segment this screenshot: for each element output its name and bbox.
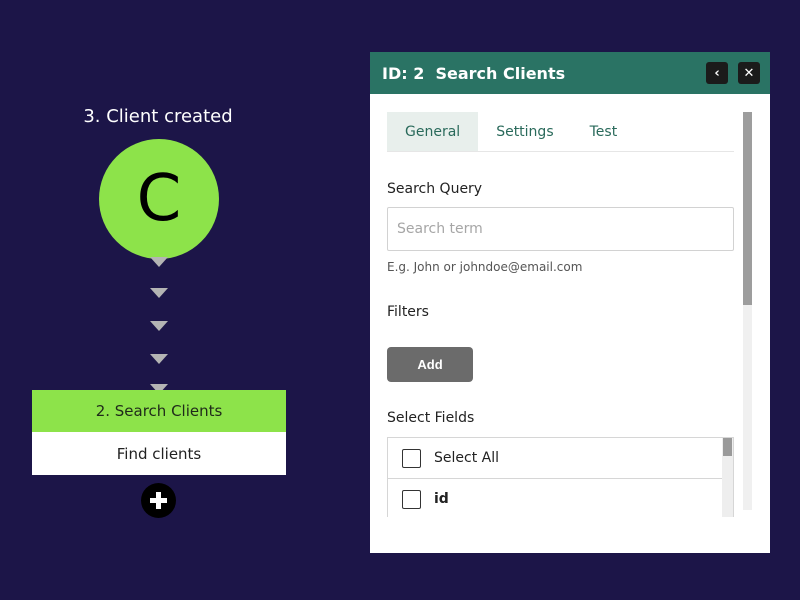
canvas: 3. Client created C 2. Search Clients Fi… — [0, 0, 800, 600]
id-checkbox[interactable] — [402, 489, 421, 509]
step-card-subtitle: Find clients — [116, 444, 202, 463]
connector-arrow-icon — [150, 257, 168, 267]
step-settings-panel: ID: 2 Search Clients ‹ ✕ General Setting… — [370, 52, 770, 553]
trigger-node[interactable]: C — [99, 139, 219, 259]
close-panel-button[interactable]: ✕ — [738, 62, 760, 84]
tab-settings[interactable]: Settings — [478, 112, 571, 151]
add-filter-button[interactable]: Add — [387, 347, 473, 382]
search-query-input[interactable] — [387, 207, 734, 251]
panel-content: General Settings Test Search Query E.g. … — [387, 112, 734, 517]
tab-test[interactable]: Test — [572, 112, 636, 151]
panel-scrollbar[interactable] — [743, 112, 752, 510]
field-row-id[interactable]: id — [388, 479, 722, 517]
connector-arrow-icon — [150, 288, 168, 298]
step-card-search-clients[interactable]: 2. Search Clients Find clients — [32, 390, 286, 475]
select-fields-label: Select Fields — [387, 410, 475, 426]
step-card-title: 2. Search Clients — [32, 390, 286, 432]
field-row-select-all[interactable]: Select All — [388, 438, 722, 479]
tab-general[interactable]: General — [387, 112, 479, 151]
field-row-label: Select All — [434, 450, 499, 466]
collapse-panel-button[interactable]: ‹ — [706, 62, 728, 84]
field-row-label: id — [434, 491, 449, 507]
panel-tabs: General Settings Test — [387, 112, 734, 152]
select-all-checkbox[interactable] — [402, 448, 421, 468]
fields-list-scrollbar-thumb[interactable] — [723, 438, 732, 456]
trigger-node-title: 3. Client created — [83, 106, 233, 127]
add-step-button[interactable] — [141, 483, 176, 518]
panel-title: ID: 2 Search Clients — [382, 63, 566, 83]
panel-scrollbar-thumb[interactable] — [743, 112, 752, 305]
select-fields-list: Select All id — [387, 437, 734, 517]
close-icon: ✕ — [743, 65, 755, 81]
chevron-left-icon: ‹ — [714, 65, 720, 81]
fields-list-scrollbar[interactable] — [722, 438, 733, 517]
trigger-node-letter: C — [136, 162, 182, 236]
search-query-hint: E.g. John or johndoe@email.com — [387, 260, 583, 274]
connector-arrow-icon — [150, 321, 168, 331]
search-query-label: Search Query — [387, 181, 483, 197]
panel-header: ID: 2 Search Clients ‹ ✕ — [370, 52, 770, 94]
connector-arrow-icon — [150, 354, 168, 364]
filters-label: Filters — [387, 304, 429, 320]
